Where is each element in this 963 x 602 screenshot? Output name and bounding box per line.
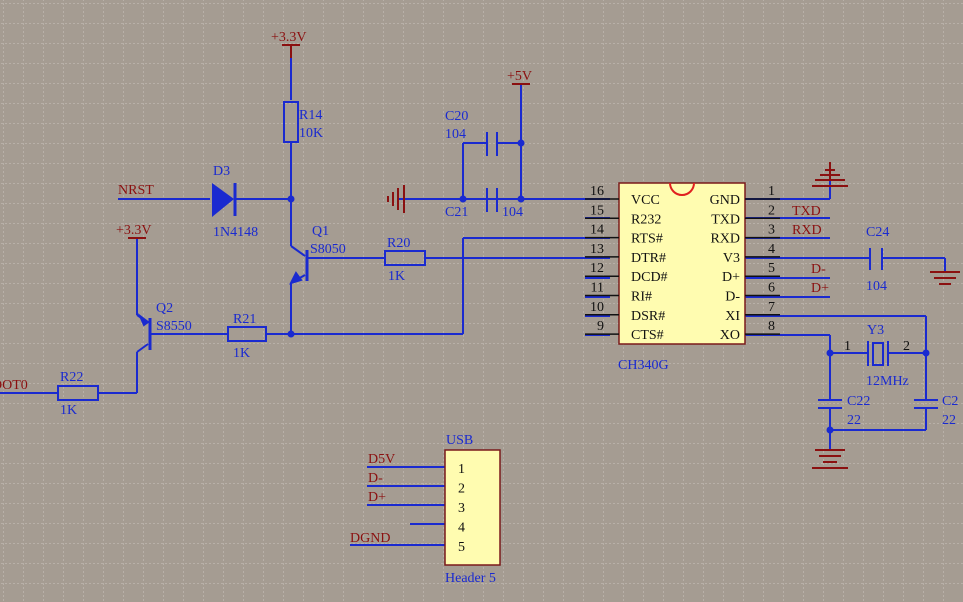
net-rxd: RXD (792, 223, 822, 238)
ic-left-pin-name: DCD# (631, 270, 668, 285)
usb-title: USB (446, 433, 473, 448)
ch340g-name: CH340G (618, 358, 669, 373)
ic-right-pin-name: RXD (710, 232, 740, 247)
q1-ref: Q1 (312, 224, 329, 239)
dot0-label: DOT0 (0, 378, 28, 393)
q1-value: S8050 (310, 242, 346, 257)
d3-ref: D3 (213, 164, 230, 179)
ic-right-pin-num: 4 (768, 242, 775, 257)
c22-value: 22 (847, 413, 861, 428)
ic-right-pin-name: D- (725, 290, 740, 305)
ic-left-pin-num: 13 (590, 242, 604, 257)
r20-value: 1K (388, 269, 405, 284)
ic-right-pin-name: GND (710, 193, 740, 208)
c22-ref: C22 (847, 394, 870, 409)
c23-value: 22 (942, 413, 956, 428)
c23-ref: C2 (942, 394, 958, 409)
r14-value: 10K (299, 126, 323, 141)
r21-ref: R21 (233, 312, 256, 327)
ic-right-pin-num: 6 (768, 281, 775, 296)
net-dminus: D- (811, 262, 826, 277)
ic-left-pin-num: 14 (590, 223, 604, 238)
usb-net-dminus: D- (368, 471, 383, 486)
ic-left-pin-name: VCC (631, 193, 660, 208)
ic-right-pin-num: 2 (768, 203, 775, 218)
y3-pin2: 2 (903, 339, 910, 354)
q2-ref: Q2 (156, 301, 173, 316)
y3-value: 12MHz (866, 374, 909, 389)
usb-net-d5v: D5V (368, 452, 395, 467)
ic-left-pin-num: 16 (590, 184, 604, 199)
usb-net-dgnd: DGND (350, 531, 390, 546)
r14-ref: R14 (299, 108, 322, 123)
ic-right-pin-num: 7 (768, 300, 775, 315)
ic-left-pin-num: 15 (590, 203, 604, 218)
ic-left-pin-num: 12 (590, 261, 604, 276)
c20-value: 104 (445, 127, 466, 142)
y3-ref: Y3 (867, 323, 884, 338)
ic-left-pin-num: 9 (597, 319, 604, 334)
ic-left-pin-name: RTS# (631, 232, 663, 247)
net-txd: TXD (792, 204, 821, 219)
v33-q2-label: +3.3V (116, 223, 152, 238)
v33-top-label: +3.3V (271, 30, 307, 45)
c20-ref: C20 (445, 109, 468, 124)
usb-pin-num: 1 (458, 462, 465, 477)
usb-pin-num: 5 (458, 540, 465, 555)
d3-value: 1N4148 (213, 225, 258, 240)
usb-pins: 1 2 3 4 5 (458, 462, 465, 555)
usb-footer: Header 5 (445, 571, 496, 586)
ic-right-pin-name: TXD (711, 212, 740, 227)
ic-left-pin-name: RI# (631, 290, 652, 305)
ic-left-pin-num: 11 (591, 281, 604, 296)
usb-net-dplus: D+ (368, 490, 386, 505)
c24-ref: C24 (866, 225, 889, 240)
ic-right-pin-name: D+ (722, 270, 740, 285)
c21-value: 104 (502, 205, 523, 220)
c21-ref: C21 (445, 205, 468, 220)
ic-right-pin-num: 3 (768, 223, 775, 238)
ic-left-pin-name: DTR# (631, 251, 666, 266)
ic-right-pin-name: XO (720, 328, 740, 343)
usb-pin-num: 3 (458, 501, 465, 516)
ic-left-pin-num: 10 (590, 300, 604, 315)
v5-label: +5V (507, 69, 532, 84)
schematic-svg: +3.3V +5V +3.3V NRST DOT0 R14 10K D3 1N4… (0, 0, 963, 602)
ic-right-pin-num: 8 (768, 319, 775, 334)
ic-right-pin-name: V3 (723, 251, 740, 266)
usb-header-body (444, 449, 501, 566)
usb-pin-num: 4 (458, 521, 465, 536)
r22-ref: R22 (60, 370, 83, 385)
r21-value: 1K (233, 346, 250, 361)
r22-value: 1K (60, 403, 77, 418)
c24-value: 104 (866, 279, 887, 294)
ic-right-pin-num: 5 (768, 261, 775, 276)
ic-left-pin-name: R232 (631, 212, 661, 227)
ic-left-pin-name: DSR# (631, 309, 665, 324)
y3-pin1: 1 (844, 339, 851, 354)
net-dplus: D+ (811, 281, 829, 296)
ic-right-pin-name: XI (725, 309, 740, 324)
usb-pin-num: 2 (458, 482, 465, 497)
nrst-label: NRST (118, 183, 154, 198)
q2-value: S8550 (156, 319, 192, 334)
r20-ref: R20 (387, 236, 410, 251)
ic-left-pin-name: CTS# (631, 328, 664, 343)
schematic-canvas: +3.3V +5V +3.3V NRST DOT0 R14 10K D3 1N4… (0, 0, 963, 602)
ic-right-pin-num: 1 (768, 184, 775, 199)
